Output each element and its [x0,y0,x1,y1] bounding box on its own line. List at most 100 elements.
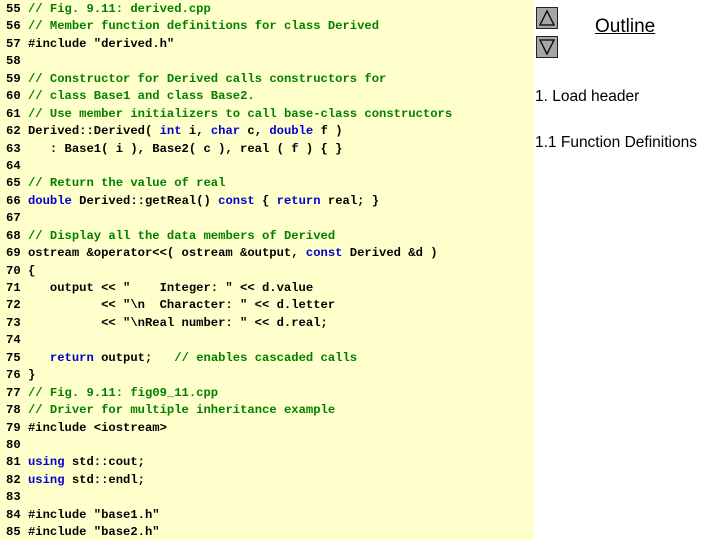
line-number: 76 [6,368,21,383]
code-keyword: double [269,124,314,139]
code-text: { [254,193,277,208]
code-text: real; } [320,193,380,208]
code-text: output << " Integer: " << d.value [20,281,314,296]
code-keyword: int [159,124,182,139]
code-text: << "\n Character: " << d.letter [20,298,336,313]
triangle-up-icon [538,9,556,26]
line-number: 75 [6,350,21,365]
line-number: 85 [6,525,21,540]
code-comment: // Constructor for Derived calls constru… [27,71,387,86]
line-number: 78 [6,403,21,418]
code-keyword: using [27,472,65,487]
code-line: 65 // Return the value of real [6,175,225,192]
code-text: i, [181,124,211,139]
code-keyword: double [27,193,72,208]
code-text: std::cout; [64,455,145,470]
code-line: 79 #include <iostream> [6,420,167,437]
code-comment: // enables cascaded calls [174,350,358,365]
code-text: Derived::Derived( [20,124,160,139]
line-number: 64 [6,158,21,173]
outline-item-function-definitions: 1.1 Function Definitions [535,134,697,151]
code-line: 75 return output; // enables cascaded ca… [6,350,357,367]
line-number: 74 [6,333,21,348]
code-line: 70 { [6,263,35,280]
code-line: 74 [6,332,21,349]
line-number: 65 [6,176,21,191]
line-number: 70 [6,263,21,278]
outline-title: Outline [595,16,656,37]
line-number: 68 [6,228,21,243]
code-line: 59 // Constructor for Derived calls cons… [6,71,386,88]
code-line: 61 // Use member initializers to call ba… [6,106,452,123]
code-listing: 55 // Fig. 9.11: derived.cpp 56 // Member… [0,0,534,540]
code-text: c, [240,124,270,139]
code-line: 68 // Display all the data members of De… [6,228,335,245]
code-line: 78 // Driver for multiple inheritance ex… [6,402,335,419]
line-number: 62 [6,124,21,139]
code-line: 81 using std::cout; [6,454,145,471]
previous-button[interactable] [536,7,558,29]
code-keyword: char [210,124,241,139]
code-line: 73 << "\nReal number: " << d.real; [6,315,328,332]
code-text: : Base1( i ), Base2( c ), real ( f ) { } [20,141,343,156]
line-number: 58 [6,54,21,69]
line-number: 63 [6,141,21,156]
code-line: 58 [6,53,21,70]
code-line: 57 #include "derived.h" [6,36,174,53]
code-keyword: return [276,193,321,208]
triangle-down-icon [538,39,556,56]
code-keyword: const [218,193,255,208]
code-text: #include <iostream> [20,420,167,435]
code-comment: // class Base1 and class Base2. [27,89,255,104]
code-line: 84 #include "base1.h" [6,507,160,524]
line-number: 66 [6,193,21,208]
code-text: #include "base2.h" [20,525,160,540]
line-number: 57 [6,36,21,51]
line-number: 61 [6,106,21,121]
code-line: 85 #include "base2.h" [6,524,160,540]
line-number: 77 [6,385,21,400]
code-comment: // Driver for multiple inheritance examp… [27,403,336,418]
code-line: 71 output << " Integer: " << d.value [6,280,313,297]
line-number: 56 [6,19,21,34]
code-line: 69 ostream &operator<<( ostream &output,… [6,245,438,262]
line-number: 71 [6,281,21,296]
code-keyword: const [305,246,343,261]
code-comment: // Use member initializers to call base-… [27,106,453,121]
code-line: 64 [6,158,21,175]
code-text: ostream &operator<<( ostream &output, [20,246,306,261]
line-number: 72 [6,298,21,313]
code-text: f ) [313,124,343,139]
code-comment: // Member function definitions for class… [27,19,380,34]
code-keyword: using [27,455,65,470]
code-line: 82 using std::endl; [6,472,145,489]
code-line: 83 [6,489,21,506]
outline-sidebar: Outline 1. Load header 1.1 Function Defi… [534,0,720,540]
code-comment: // Fig. 9.11: fig09_11.cpp [27,385,219,400]
line-number: 84 [6,507,21,522]
code-line: 72 << "\n Character: " << d.letter [6,297,335,314]
code-text: std::endl; [64,472,145,487]
code-line: 66 double Derived::getReal() const { ret… [6,193,379,210]
code-text: { [20,263,36,278]
code-text: } [20,368,36,383]
code-keyword: return [49,350,94,365]
code-text: Derived::getReal() [71,193,219,208]
code-text: output; [93,350,175,365]
line-number: 82 [6,472,21,487]
code-text: #include "base1.h" [20,507,160,522]
line-number: 73 [6,315,21,330]
next-button[interactable] [536,36,558,58]
code-line: 55 // Fig. 9.11: derived.cpp [6,1,211,18]
line-number: 80 [6,438,21,452]
